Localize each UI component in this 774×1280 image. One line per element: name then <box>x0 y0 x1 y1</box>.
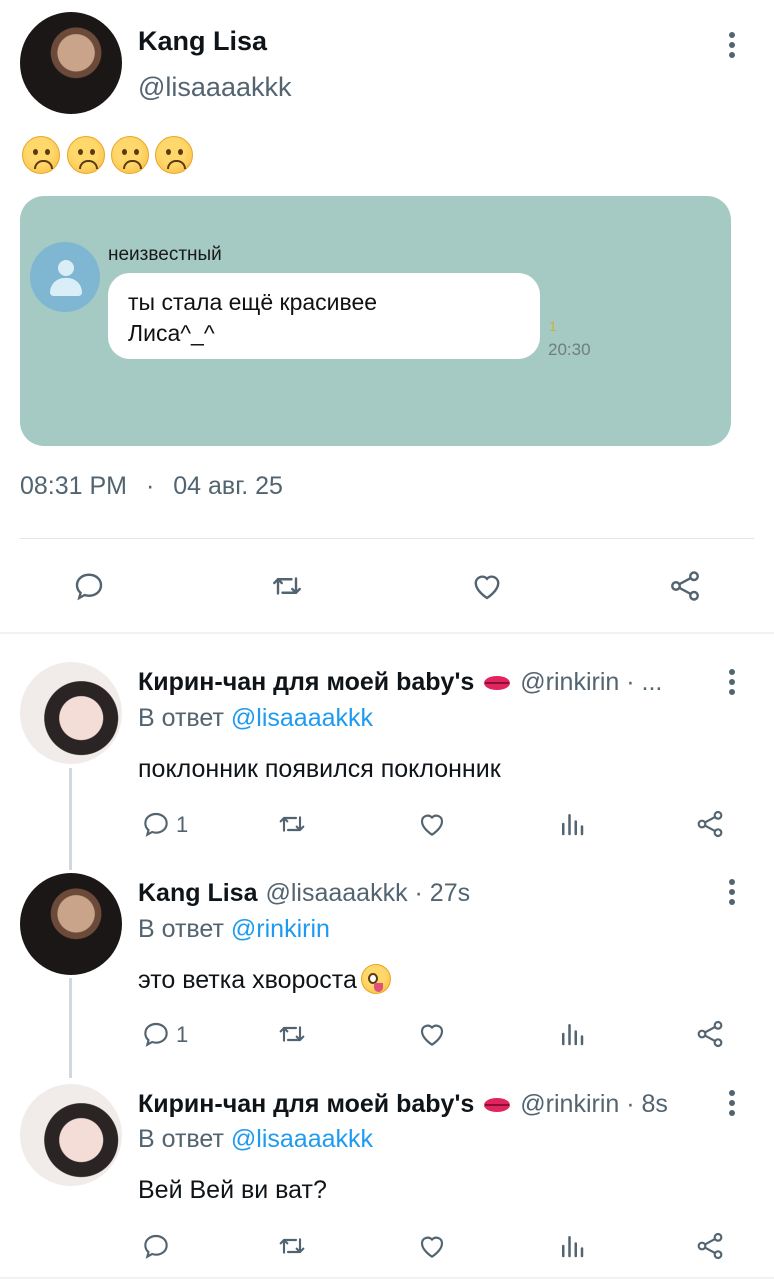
views-icon[interactable] <box>552 1016 592 1052</box>
reply-author-meta[interactable]: @rinkirin · 8s <box>520 1090 668 1119</box>
author-name[interactable]: Kang Lisa <box>138 26 267 57</box>
more-options-button[interactable] <box>722 30 742 60</box>
reply-icon[interactable] <box>66 564 112 608</box>
share-icon[interactable] <box>662 564 708 608</box>
reply-to-link[interactable]: @lisaaaakkk <box>231 704 373 732</box>
reply-author-meta[interactable]: @rinkirin · ... <box>520 668 662 697</box>
reply-icon[interactable] <box>136 1228 176 1264</box>
reply-to-prefix: В ответ <box>138 704 231 732</box>
sad-face-emoji <box>22 136 60 174</box>
reply-avatar[interactable] <box>20 662 122 764</box>
unknown-user-icon <box>30 242 100 312</box>
reply-to-line: В ответ @rinkirin <box>138 915 330 944</box>
more-options-button[interactable] <box>722 877 742 907</box>
more-options-button[interactable] <box>722 667 742 697</box>
like-icon[interactable] <box>412 1228 452 1264</box>
kiss-mark-icon <box>482 672 512 694</box>
reply-header: Кирин-чан для моей baby's @rinkirin · 8s <box>138 1090 698 1119</box>
tweet-time: 08:31 PM <box>20 472 128 500</box>
sad-face-emoji <box>111 136 149 174</box>
like-icon[interactable] <box>464 564 510 608</box>
chat-message-bubble: ты стала ещё красивее Лиса^_^ <box>108 273 540 359</box>
chat-message-line: ты стала ещё красивее <box>128 289 378 315</box>
sad-face-emoji <box>155 136 193 174</box>
author-handle[interactable]: @lisaaaakkk <box>138 72 291 103</box>
like-icon[interactable] <box>412 1016 452 1052</box>
reply-count: 1 <box>176 812 189 837</box>
reply-count: 1 <box>176 1022 189 1047</box>
chat-read-count: 1 <box>549 318 557 334</box>
reply-icon[interactable] <box>136 806 176 842</box>
retweet-icon[interactable] <box>272 1016 312 1052</box>
thread-connector <box>69 978 72 1078</box>
tweet-timestamp[interactable]: 08:31 PM · 04 авг. 25 <box>20 472 283 501</box>
reply-header: Кирин-чан для моей baby's @rinkirin · ..… <box>138 668 698 697</box>
divider <box>0 632 774 634</box>
timestamp-separator: · <box>145 472 155 500</box>
thread-connector <box>69 768 72 870</box>
chat-sender-name: неизвестный <box>108 244 222 265</box>
like-icon[interactable] <box>412 806 452 842</box>
retweet-icon[interactable] <box>272 1228 312 1264</box>
reply-author-name[interactable]: Кирин-чан для моей baby's <box>138 668 474 697</box>
chat-message-line: Лиса^_^ <box>128 320 215 346</box>
divider <box>20 538 754 539</box>
reply-author-name[interactable]: Kang Lisa <box>138 879 257 908</box>
divider <box>0 1277 774 1279</box>
reply-author-meta[interactable]: @lisaaaakkk · 27s <box>265 879 470 908</box>
reply-to-prefix: В ответ <box>138 1125 231 1153</box>
reply-to-line: В ответ @lisaaaakkk <box>138 1125 373 1154</box>
reply-to-link[interactable]: @rinkirin <box>231 915 330 943</box>
reply-to-line: В ответ @lisaaaakkk <box>138 704 373 733</box>
chat-message-time: 20:30 <box>548 340 591 359</box>
share-icon[interactable] <box>690 1228 730 1264</box>
reply-text-row: это ветка хвороста <box>138 964 391 995</box>
reply-header: Kang Lisa @lisaaaakkk · 27s <box>138 879 698 908</box>
kiss-mark-icon <box>482 1094 512 1116</box>
author-avatar[interactable] <box>20 12 122 114</box>
tweet-date: 04 авг. 25 <box>173 472 283 500</box>
share-icon[interactable] <box>690 806 730 842</box>
more-options-button[interactable] <box>722 1088 742 1118</box>
sad-face-emoji <box>67 136 105 174</box>
share-icon[interactable] <box>690 1016 730 1052</box>
tweet-text: ☹☹☹☹ <box>20 130 21 131</box>
reply-text: это ветка хвороста <box>138 966 357 994</box>
reply-text: поклонник появился поклонник <box>138 755 501 783</box>
reply-to-prefix: В ответ <box>138 915 231 943</box>
reply-text: Вей Вей ви ват? <box>138 1176 327 1204</box>
reply-avatar[interactable] <box>20 873 122 975</box>
zany-face-emoji <box>360 964 391 994</box>
reply-to-link[interactable]: @lisaaaakkk <box>231 1125 373 1153</box>
reply-avatar[interactable] <box>20 1084 122 1186</box>
retweet-icon[interactable] <box>264 564 310 608</box>
reply-icon[interactable] <box>136 1016 176 1052</box>
views-icon[interactable] <box>552 1228 592 1264</box>
reply-author-name[interactable]: Кирин-чан для моей baby's <box>138 1090 474 1119</box>
retweet-icon[interactable] <box>272 806 312 842</box>
views-icon[interactable] <box>552 806 592 842</box>
